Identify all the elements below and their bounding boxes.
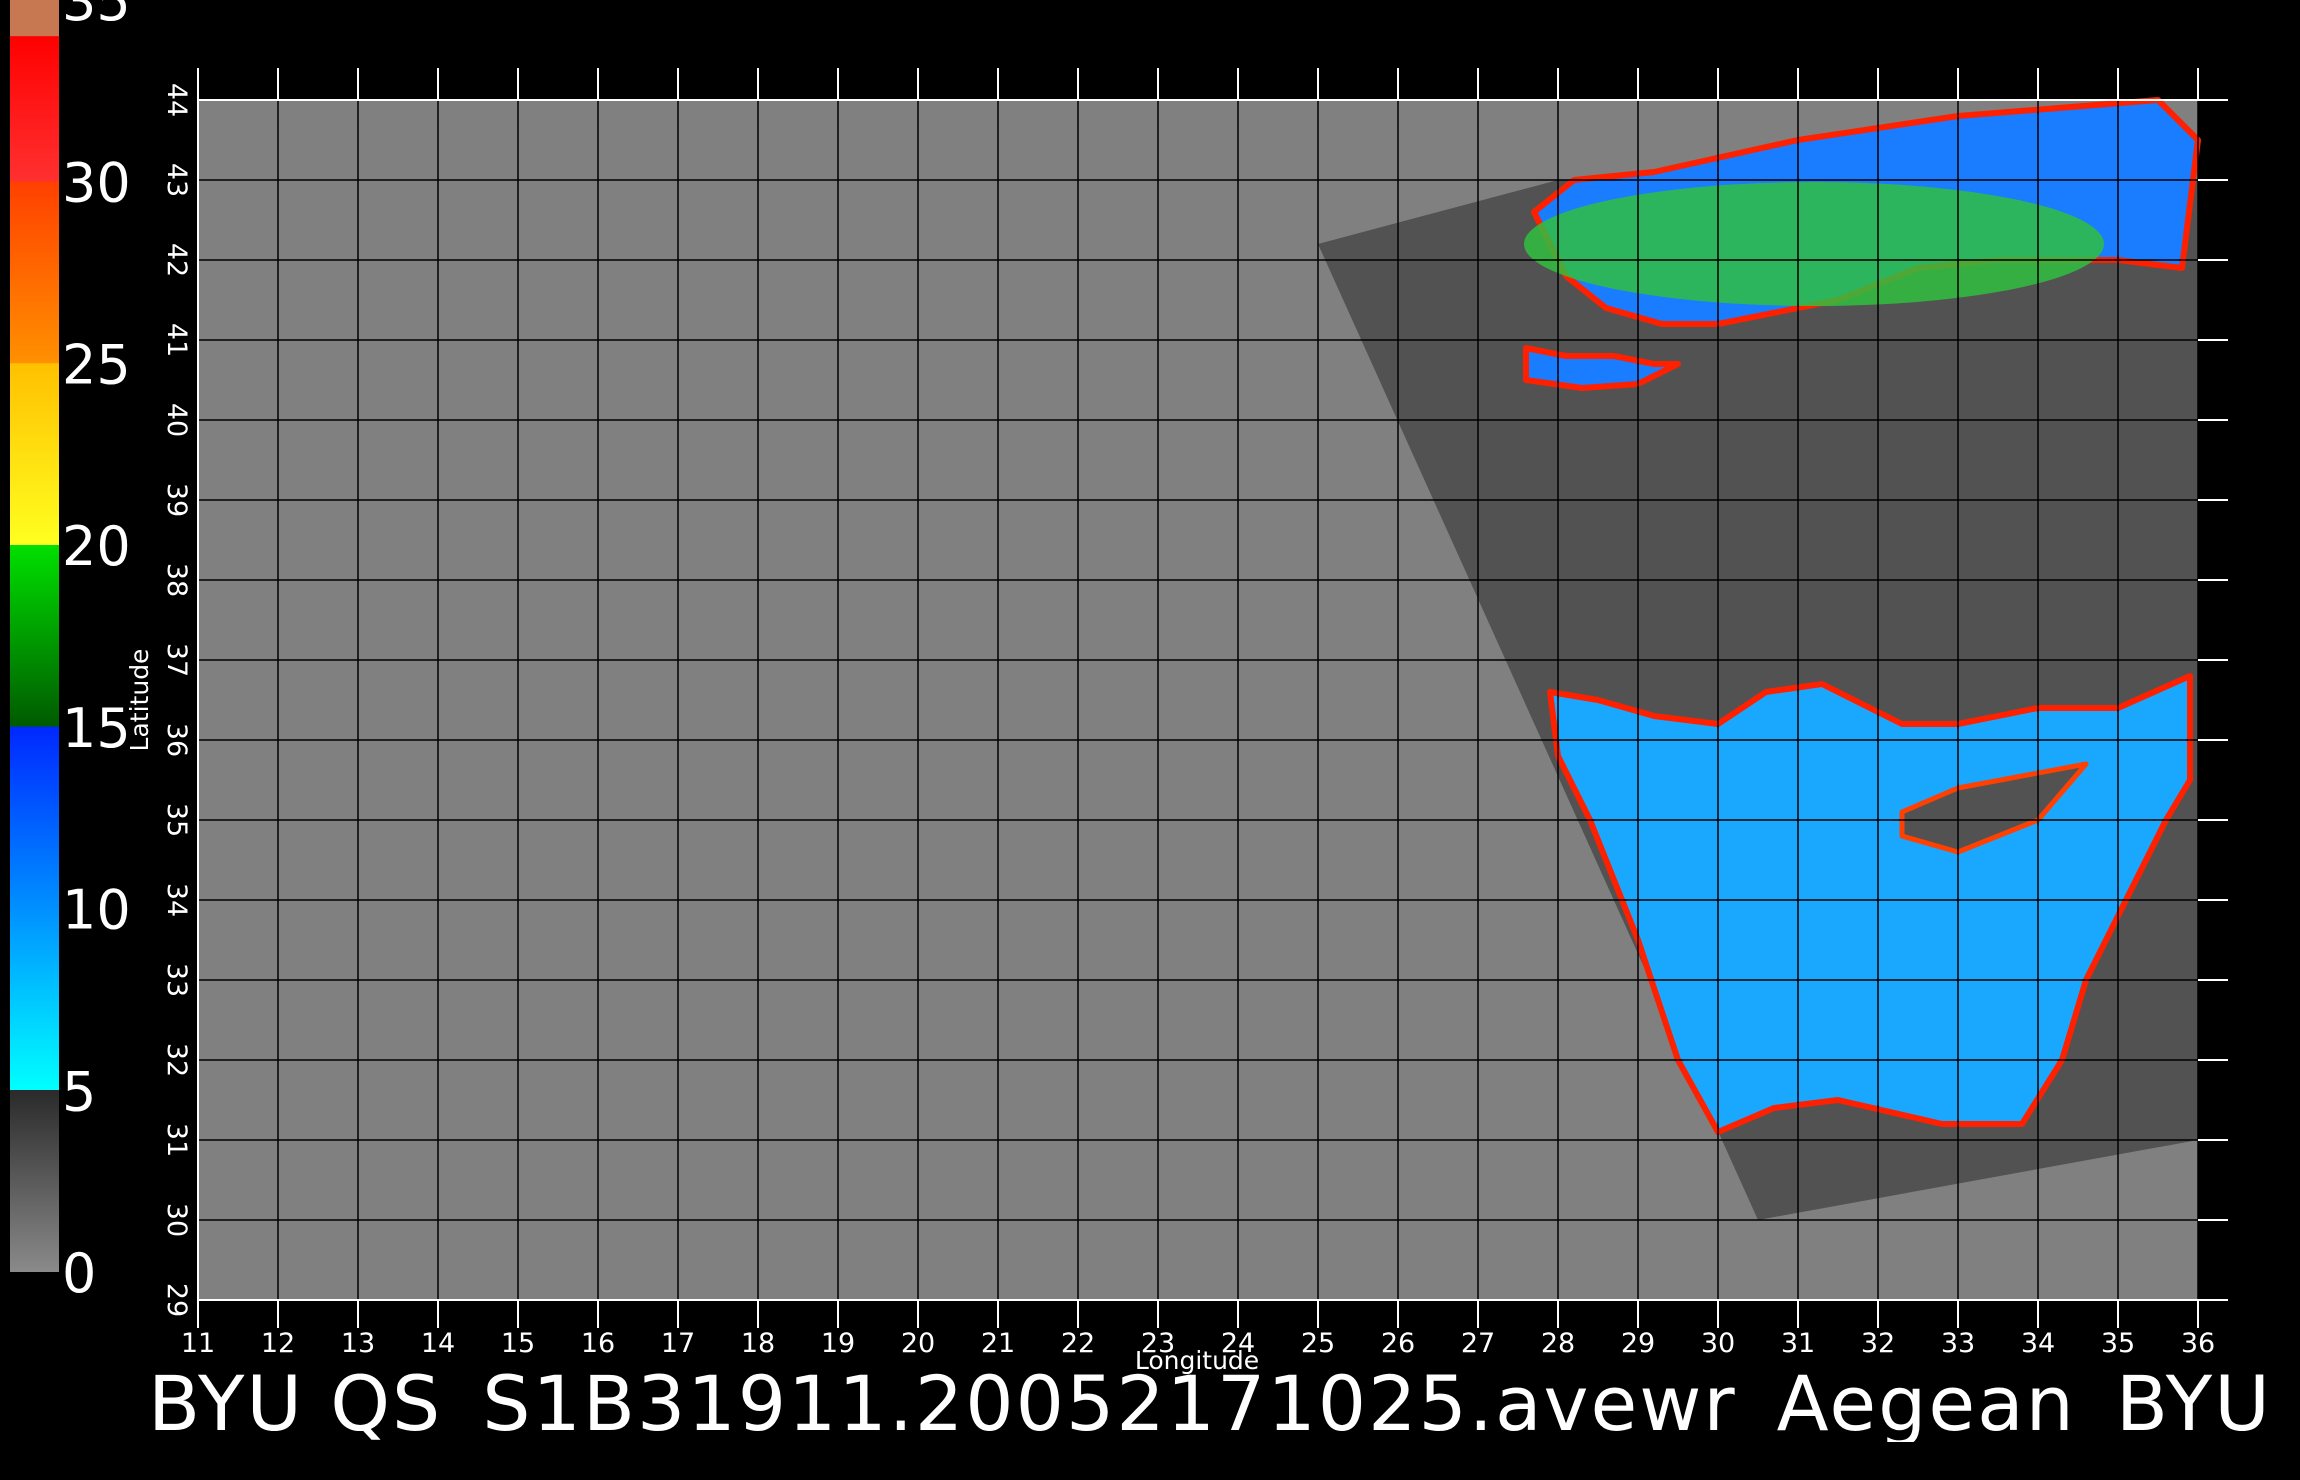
x-tick-label: 27 — [1461, 1328, 1495, 1359]
colorbar-label: 35 — [62, 0, 131, 33]
y-tick-label: 37 — [161, 643, 192, 677]
x-tick-label: 20 — [901, 1328, 935, 1359]
colorbar-label: 25 — [62, 333, 131, 396]
y-tick-label: 39 — [161, 483, 192, 517]
y-tick-label: 44 — [161, 83, 192, 117]
colorbar-labels: 0 5 10 15 20 25 30 35 — [62, 0, 131, 1305]
y-tick-label: 36 — [161, 723, 192, 757]
wind-speed-patch-black-sea — [1524, 182, 2104, 306]
x-tick-label: 15 — [501, 1328, 535, 1359]
file-caption: BYU QS_S1B31911.20052171025.avewr_Aegean… — [148, 1366, 2300, 1442]
colorbar-scale — [10, 0, 59, 1272]
map-figure: 0 5 10 15 20 25 30 35 11 12 13 14 15 16 17 18 19 20 21 22 2… — [10, 0, 2228, 1375]
y-tick-label: 35 — [161, 803, 192, 837]
x-tick-label: 33 — [1941, 1328, 1975, 1359]
colorbar-label: 30 — [62, 152, 131, 215]
x-tick-label: 13 — [341, 1328, 375, 1359]
y-tick-label: 33 — [161, 963, 192, 997]
y-tick-label: 43 — [161, 163, 192, 197]
y-tick-label: 38 — [161, 563, 192, 597]
colorbar-label: 5 — [62, 1060, 96, 1123]
colorbar-label: 15 — [62, 697, 131, 760]
y-tick-label: 31 — [161, 1123, 192, 1157]
y-tick-label: 32 — [161, 1043, 192, 1077]
y-tick-label: 30 — [161, 1203, 192, 1237]
y-tick-label: 42 — [161, 243, 192, 277]
x-tick-label: 18 — [741, 1328, 775, 1359]
x-tick-label: 30 — [1701, 1328, 1735, 1359]
x-tick-label: 32 — [1861, 1328, 1895, 1359]
colorbar: 0 5 10 15 20 25 30 35 — [10, 0, 131, 1305]
x-tick-label: 26 — [1381, 1328, 1415, 1359]
x-tick-label: 35 — [2101, 1328, 2135, 1359]
x-tick-label: 14 — [421, 1328, 455, 1359]
map-plot: 11 12 13 14 15 16 17 18 19 20 21 22 23 24 25 26 27 28 29 30… — [125, 68, 2228, 1375]
x-tick-label: 11 — [181, 1328, 215, 1359]
y-tick-label: 40 — [161, 403, 192, 437]
x-tick-label: 12 — [261, 1328, 295, 1359]
x-tick-label: 28 — [1541, 1328, 1575, 1359]
y-axis-title: Latitude — [125, 649, 154, 752]
x-tick-label: 29 — [1621, 1328, 1655, 1359]
y-tick-label: 29 — [161, 1283, 192, 1317]
y-tick-label: 34 — [161, 883, 192, 917]
x-tick-label: 16 — [581, 1328, 615, 1359]
colorbar-label: 10 — [62, 879, 131, 942]
colorbar-label: 20 — [62, 515, 131, 578]
x-tick-label: 19 — [821, 1328, 855, 1359]
colorbar-label: 0 — [62, 1242, 96, 1305]
x-tick-label: 36 — [2181, 1328, 2215, 1359]
x-tick-label: 17 — [661, 1328, 695, 1359]
x-tick-label: 22 — [1061, 1328, 1095, 1359]
x-tick-label: 34 — [2021, 1328, 2055, 1359]
x-tick-label: 31 — [1781, 1328, 1815, 1359]
x-tick-label: 21 — [981, 1328, 1015, 1359]
x-tick-label: 25 — [1301, 1328, 1335, 1359]
y-tick-label: 41 — [161, 323, 192, 357]
